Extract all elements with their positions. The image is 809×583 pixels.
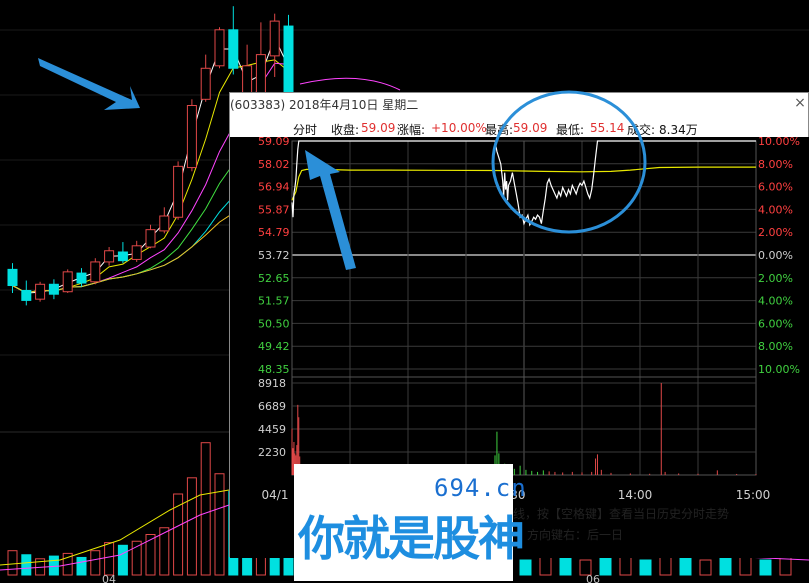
volume-bar bbox=[639, 559, 652, 576]
volume-bar bbox=[117, 544, 128, 576]
tab-intraday[interactable]: 分时 bbox=[293, 121, 317, 138]
volume-bar bbox=[7, 550, 18, 576]
candle-body bbox=[35, 283, 46, 300]
volume-bar bbox=[759, 559, 772, 576]
price-tick-label: 58.02 bbox=[258, 158, 290, 171]
candle-body bbox=[173, 165, 184, 218]
ma-line bbox=[299, 77, 401, 91]
volume-bar bbox=[186, 477, 197, 576]
info-bar: 分时 收盘: 59.09 涨幅: +10.00% 最高: 59.09 最低: 5… bbox=[229, 118, 809, 138]
candle-body bbox=[214, 29, 225, 67]
change-value: +10.00% bbox=[431, 121, 487, 135]
high-price-value: 59.09 bbox=[513, 121, 548, 135]
candle-body bbox=[7, 268, 18, 287]
watermark-domain: 694.cn bbox=[434, 474, 527, 502]
popup-title-bar[interactable]: (603383) 2018年4月10日 星期二 × bbox=[229, 94, 809, 114]
volume-label: 成交: bbox=[627, 123, 656, 137]
volume-bar bbox=[145, 534, 156, 576]
candle-body bbox=[159, 215, 170, 232]
close-icon[interactable]: × bbox=[793, 95, 807, 111]
pct-tick-label: 10.00% bbox=[758, 363, 800, 376]
bg-date-label: 04 bbox=[102, 573, 116, 583]
volume-bar bbox=[200, 442, 211, 576]
price-tick-label: 55.87 bbox=[258, 203, 290, 216]
close-price-value: 59.09 bbox=[361, 121, 396, 135]
candle-body bbox=[269, 20, 280, 57]
candle-body bbox=[90, 261, 101, 283]
high-price-label: 最高: bbox=[485, 123, 514, 137]
time-tick-label: 04/1 bbox=[262, 488, 289, 502]
volume-bar bbox=[699, 559, 712, 576]
change-label: 涨幅: bbox=[397, 123, 426, 137]
price-tick-label: 56.94 bbox=[258, 181, 290, 194]
volume-tick-label: 2230 bbox=[258, 446, 286, 459]
price-tick-label: 52.65 bbox=[258, 272, 290, 285]
popup-title: (603383) 2018年4月10日 星期二 bbox=[230, 98, 419, 112]
candle-body bbox=[62, 271, 73, 293]
candle-body bbox=[76, 272, 87, 284]
volume-tick-label: 4459 bbox=[258, 423, 286, 436]
volume-bar bbox=[76, 556, 87, 576]
time-tick-label: 15:00 bbox=[736, 488, 771, 502]
low-price-value: 55.14 bbox=[590, 121, 625, 135]
hint-next-day: 方向键右：后一日 bbox=[527, 528, 624, 542]
low-price-label: 最低: bbox=[556, 123, 585, 137]
bg-date-label: 06 bbox=[586, 573, 600, 583]
pct-tick-label: 0.00% bbox=[758, 249, 793, 262]
price-tick-label: 51.57 bbox=[258, 295, 290, 308]
pct-tick-label: 2.00% bbox=[758, 272, 793, 285]
candle-body bbox=[131, 245, 142, 260]
volume-bar bbox=[48, 555, 59, 576]
price-tick-label: 48.35 bbox=[258, 363, 290, 376]
time-tick-label: 14:00 bbox=[618, 488, 653, 502]
candle-body bbox=[228, 29, 239, 69]
pct-tick-label: 2.00% bbox=[758, 226, 793, 239]
pct-tick-label: 8.00% bbox=[758, 158, 793, 171]
candle-body bbox=[21, 289, 32, 301]
candle-body bbox=[117, 251, 128, 262]
pct-tick-label: 6.00% bbox=[758, 317, 793, 330]
price-tick-label: 53.72 bbox=[258, 249, 290, 262]
volume-tick-label: 8918 bbox=[258, 377, 286, 390]
volume-bar bbox=[90, 550, 101, 576]
pct-tick-label: 6.00% bbox=[758, 181, 793, 194]
close-price-label: 收盘: bbox=[331, 123, 360, 137]
volume-tick-label: 6689 bbox=[258, 400, 286, 413]
watermark: 694.cn 你就是股神 bbox=[294, 464, 526, 581]
pct-tick-label: 8.00% bbox=[758, 340, 793, 353]
pct-tick-label: 4.00% bbox=[758, 203, 793, 216]
volume-bar bbox=[21, 554, 32, 576]
pct-tick-label: 4.00% bbox=[758, 295, 793, 308]
candle-body bbox=[48, 283, 59, 295]
price-tick-label: 50.50 bbox=[258, 317, 290, 330]
volume-bar bbox=[104, 542, 115, 576]
volume-value: 8.34万 bbox=[659, 123, 698, 137]
candle-body bbox=[145, 229, 156, 248]
price-tick-label: 49.42 bbox=[258, 340, 290, 353]
volume-bar bbox=[214, 473, 225, 576]
candle-body bbox=[200, 67, 211, 100]
hint-history-line: 线，按【空格键】查看当日历史分时走势 bbox=[513, 507, 730, 521]
candle-body bbox=[186, 105, 197, 169]
price-tick-label: 54.79 bbox=[258, 226, 290, 239]
watermark-slogan: 你就是股神 bbox=[298, 512, 525, 567]
candle-body bbox=[104, 250, 115, 263]
